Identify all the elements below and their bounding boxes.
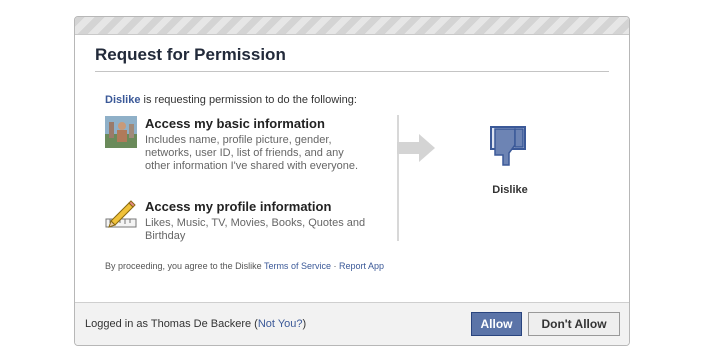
dialog-title: Request for Permission [95,45,286,64]
permission-title: Access my basic information [145,116,325,131]
dialog-title-stripe [75,17,629,35]
permission-description: Likes, Music, TV, Movies, Books, Quotes … [145,217,366,242]
permission-item-profile-info: Access my profile information Likes, Mus… [105,199,370,243]
legal-separator: · [330,261,339,271]
logged-in-prefix: Logged in as Thomas De Backere ( [85,318,258,330]
report-app-link[interactable]: Report App [339,261,384,271]
permission-description: Includes name, profile picture, gender, … [145,134,359,172]
arrow-right-icon [397,134,435,162]
dont-allow-button[interactable]: Don't Allow [528,312,620,336]
permission-title: Access my profile information [145,199,332,214]
title-divider [95,71,609,72]
not-you-link[interactable]: Not You? [258,318,303,330]
allow-button[interactable]: Allow [471,312,522,336]
permission-intro: Dislike is requesting permission to do t… [105,94,357,106]
app-name-label: Dislike [492,184,528,196]
app-name-link[interactable]: Dislike [105,94,140,106]
intro-text: is requesting permission to do the follo… [140,94,357,106]
legal-notice: By proceeding, you agree to the Dislike … [105,261,384,271]
pencil-ruler-icon [105,200,137,228]
profile-photo-icon [105,116,137,148]
legal-prefix: By proceeding, you agree to the Dislike [105,261,264,271]
dialog-footer: Logged in as Thomas De Backere (Not You?… [75,302,629,345]
logged-in-status: Logged in as Thomas De Backere (Not You?… [85,318,306,330]
permission-dialog: Request for Permission Dislike is reques… [74,16,630,346]
logged-in-suffix: ) [302,318,307,330]
thumbs-down-icon [490,126,526,166]
terms-of-service-link[interactable]: Terms of Service [264,261,331,271]
permission-item-basic-info: Access my basic information Includes nam… [105,116,370,173]
